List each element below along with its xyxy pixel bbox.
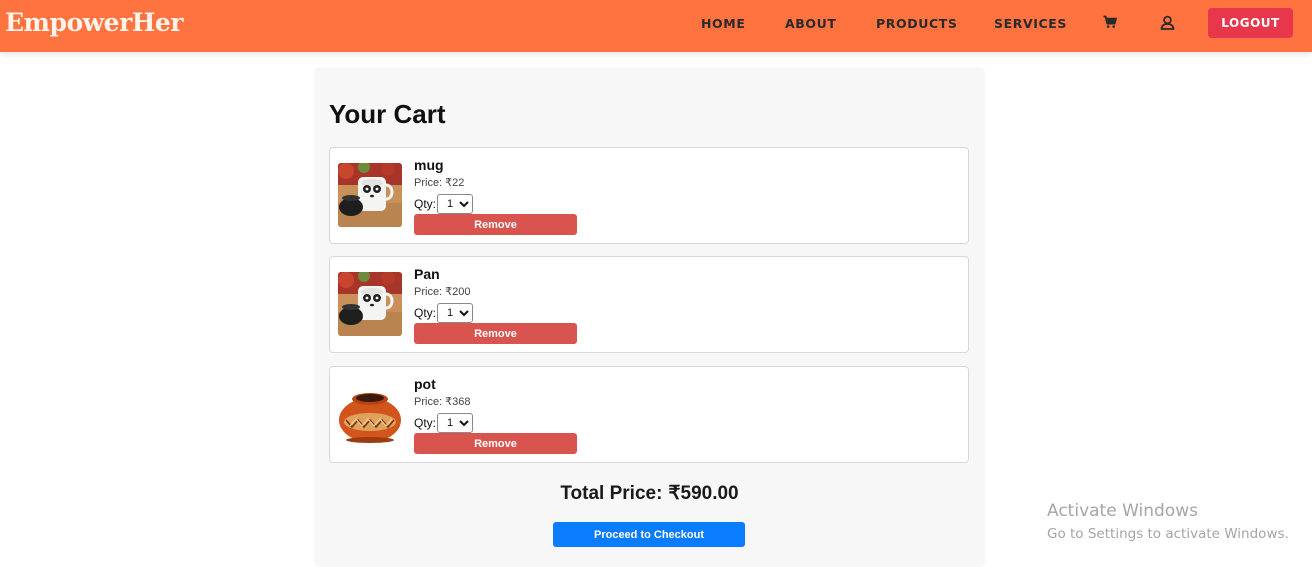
page-title: Your Cart [329, 99, 446, 129]
item-name: Pan [414, 266, 440, 282]
top-navbar: EmpowerHer HOME ABOUT PRODUCTS SERVICES … [0, 0, 1312, 52]
item-name: mug [414, 157, 444, 173]
price-value: ₹368 [445, 396, 471, 408]
price-value: ₹200 [445, 286, 471, 298]
price-label: Price: [414, 396, 443, 408]
price-value: ₹22 [445, 177, 465, 189]
product-image [338, 382, 402, 446]
product-image [338, 272, 402, 336]
cart-panel: Your Cart mug Price: ₹22 Qty: 1 Remove P… [314, 67, 985, 567]
total-label: Total Price: [560, 483, 663, 504]
nav-products-link[interactable]: PRODUCTS [876, 16, 957, 31]
qty-label: Qty: [414, 306, 437, 320]
remove-button[interactable]: Remove [414, 214, 577, 235]
product-image [338, 163, 402, 227]
remove-button[interactable]: Remove [414, 323, 577, 344]
activate-windows-title: Activate Windows [1047, 501, 1198, 521]
total-value: ₹590.00 [668, 483, 739, 504]
qty-label: Qty: [414, 416, 437, 430]
activate-windows-subtitle: Go to Settings to activate Windows. [1047, 526, 1289, 542]
nav-services-link[interactable]: SERVICES [994, 16, 1067, 31]
qty-label: Qty: [414, 197, 437, 211]
logout-button[interactable]: LOGOUT [1208, 8, 1293, 38]
quantity-row: Qty: 1 [414, 303, 474, 323]
quantity-row: Qty: 1 [414, 413, 474, 433]
quantity-select[interactable]: 1 [437, 413, 474, 433]
item-price: Price: ₹200 [414, 285, 470, 298]
cart-item: pot Price: ₹368 Qty: 1 Remove [329, 366, 969, 463]
nav-home-link[interactable]: HOME [701, 16, 745, 31]
user-profile-icon[interactable] [1160, 15, 1176, 31]
total-price: Total Price: ₹590.00 [314, 482, 985, 505]
quantity-row: Qty: 1 [414, 194, 474, 214]
price-label: Price: [414, 286, 443, 298]
item-price: Price: ₹368 [414, 395, 470, 408]
nav-about-link[interactable]: ABOUT [785, 16, 837, 31]
cart-item: mug Price: ₹22 Qty: 1 Remove [329, 147, 969, 244]
item-price: Price: ₹22 [414, 176, 464, 189]
quantity-select[interactable]: 1 [437, 303, 474, 323]
item-name: pot [414, 376, 436, 392]
price-label: Price: [414, 177, 443, 189]
shopping-cart-icon[interactable] [1103, 15, 1119, 31]
proceed-to-checkout-button[interactable]: Proceed to Checkout [553, 522, 745, 547]
quantity-select[interactable]: 1 [437, 194, 474, 214]
remove-button[interactable]: Remove [414, 433, 577, 454]
cart-item: Pan Price: ₹200 Qty: 1 Remove [329, 256, 969, 353]
brand-logo[interactable]: EmpowerHer [5, 8, 183, 37]
